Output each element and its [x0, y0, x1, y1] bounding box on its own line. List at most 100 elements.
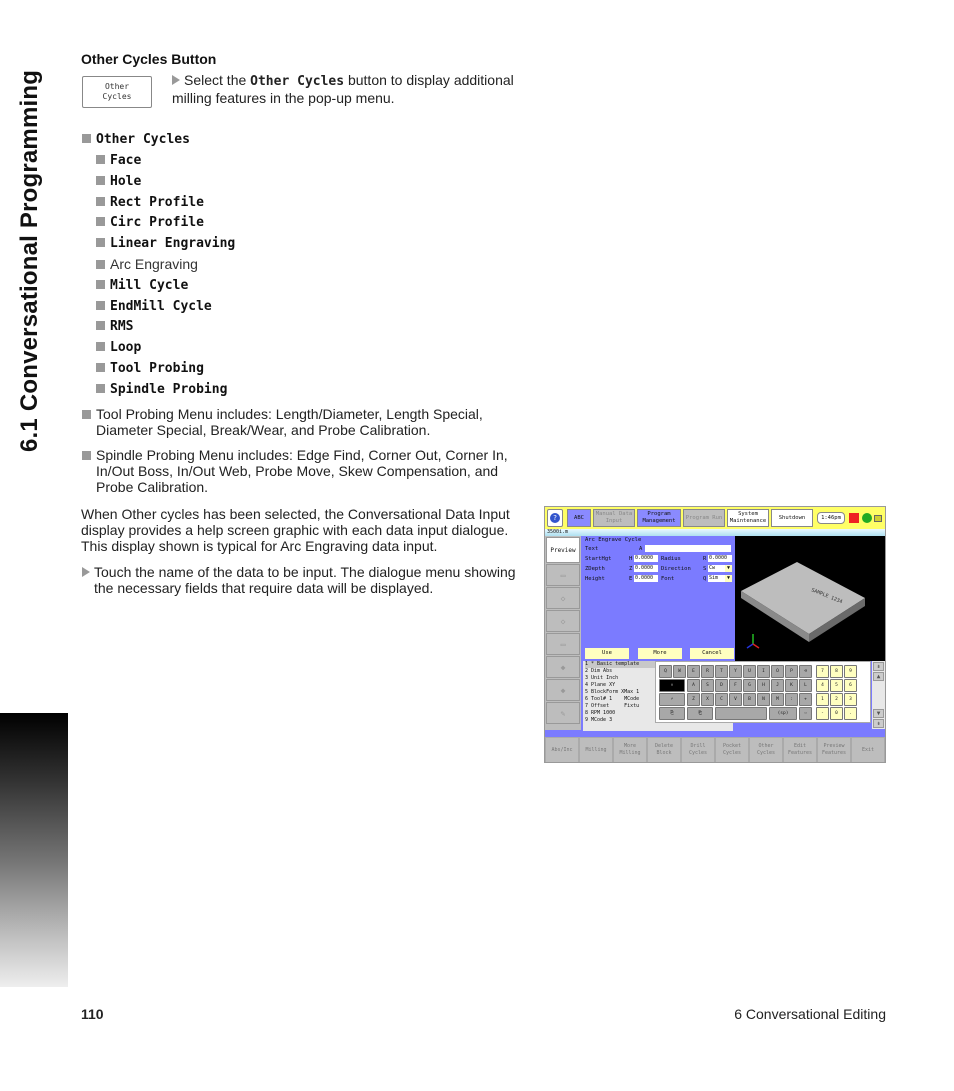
numpad-key[interactable]: 7: [816, 665, 829, 678]
key-row3-1[interactable]: X: [701, 693, 714, 706]
key-row3-7[interactable]: :: [785, 693, 798, 706]
key-row3-4[interactable]: B: [743, 693, 756, 706]
tab-profile-icon[interactable]: ◇: [546, 610, 580, 632]
manual-data-input-button[interactable]: Manual Data Input: [593, 509, 635, 527]
key-row3-5[interactable]: N: [757, 693, 770, 706]
program-management-button[interactable]: Program Management: [637, 509, 681, 527]
tab-preview[interactable]: Preview: [546, 537, 580, 563]
key-w[interactable]: W: [673, 665, 686, 678]
numpad-key[interactable]: 4: [816, 679, 829, 692]
key-f[interactable]: F: [729, 679, 742, 692]
zdepth-label[interactable]: ZDepth: [585, 566, 605, 572]
key-e[interactable]: E: [687, 665, 700, 678]
height-field[interactable]: 0.0000: [634, 575, 658, 582]
program-run-button[interactable]: Program Run: [683, 509, 725, 527]
paste-key[interactable]: ⎗: [687, 707, 713, 720]
radius-key: R: [703, 556, 707, 562]
softkey-milling[interactable]: Milling: [579, 737, 613, 762]
softkey-more-milling[interactable]: More Milling: [613, 737, 647, 762]
key-o[interactable]: O: [771, 665, 784, 678]
starthgt-label[interactable]: StartHgt: [585, 556, 612, 562]
tab-drill-icon[interactable]: ▭: [546, 564, 580, 586]
font-label[interactable]: Font: [661, 576, 674, 582]
instruction-code: Other Cycles: [250, 74, 345, 89]
numpad-key[interactable]: 3: [844, 693, 857, 706]
chapter-footer: 6 Conversational Editing: [734, 1006, 886, 1022]
numpad-key[interactable]: 5: [830, 679, 843, 692]
key-a[interactable]: A: [687, 679, 700, 692]
height-label[interactable]: Height: [585, 576, 605, 582]
code-scrollbar[interactable]: ⇞ ▲ ▼ ⇟: [872, 661, 885, 729]
numpad-key[interactable]: -: [816, 707, 829, 720]
tab-pocket-icon[interactable]: ◇: [546, 587, 580, 609]
enter-key[interactable]: ⇨: [799, 707, 812, 720]
space-key[interactable]: (sp): [769, 707, 797, 720]
help-button[interactable]: ?: [547, 509, 563, 527]
key-y[interactable]: Y: [729, 665, 742, 678]
key-row3-8[interactable]: +: [799, 693, 812, 706]
numpad-key[interactable]: 1: [816, 693, 829, 706]
numpad-key[interactable]: 9: [844, 665, 857, 678]
shutdown-button[interactable]: Shutdown: [771, 509, 813, 527]
backspace-key[interactable]: ⌫: [799, 665, 812, 678]
softkey-delete-block[interactable]: Delete Block: [647, 737, 681, 762]
direction-label[interactable]: Direction: [661, 566, 691, 572]
numpad-key[interactable]: 0: [830, 707, 843, 720]
system-maintenance-button[interactable]: System Maintenance: [727, 509, 769, 527]
abc-button[interactable]: ABC: [567, 509, 591, 527]
key-k[interactable]: K: [785, 679, 798, 692]
tab-shape2-icon[interactable]: ◆: [546, 679, 580, 701]
softkey-exit[interactable]: Exit: [851, 737, 885, 762]
key-row3-3[interactable]: V: [729, 693, 742, 706]
softkey-edit-features[interactable]: Edit Features: [783, 737, 817, 762]
use-button[interactable]: Use: [585, 648, 629, 659]
key-l[interactable]: L: [799, 679, 812, 692]
tab-dimension-icon[interactable]: ▭: [546, 633, 580, 655]
scroll-page-up-icon[interactable]: ▲: [873, 672, 884, 681]
softkey-pocket-cycles[interactable]: Pocket Cycles: [715, 737, 749, 762]
softkey-preview-features[interactable]: Preview Features: [817, 737, 851, 762]
text-label[interactable]: Text: [585, 546, 598, 552]
key-p[interactable]: P: [785, 665, 798, 678]
more-button[interactable]: More: [638, 648, 682, 659]
zdepth-field[interactable]: 0.0000: [634, 565, 658, 572]
square-bullet-icon: [96, 217, 105, 227]
key-q[interactable]: Q: [659, 665, 672, 678]
key-t[interactable]: T: [715, 665, 728, 678]
key-row3-0[interactable]: Z: [687, 693, 700, 706]
key-row3-2[interactable]: C: [715, 693, 728, 706]
list-item: Rect Profile: [96, 194, 204, 210]
key-g[interactable]: G: [743, 679, 756, 692]
tab-shape-icon[interactable]: ◆: [546, 656, 580, 678]
key-u[interactable]: U: [743, 665, 756, 678]
scroll-page-down-icon[interactable]: ▼: [873, 709, 884, 718]
radius-field[interactable]: 0.0000: [708, 555, 732, 562]
font-select[interactable]: Sim ▼: [708, 575, 732, 582]
copy-key[interactable]: ⎘: [659, 707, 685, 720]
key-s[interactable]: S: [701, 679, 714, 692]
blank-key[interactable]: [715, 707, 767, 720]
radius-label[interactable]: Radius: [661, 556, 681, 562]
scroll-bottom-icon[interactable]: ⇟: [873, 719, 884, 728]
scroll-top-icon[interactable]: ⇞: [873, 662, 884, 671]
numpad-key[interactable]: 2: [830, 693, 843, 706]
key-r[interactable]: R: [701, 665, 714, 678]
starthgt-field[interactable]: 0.0000: [634, 555, 658, 562]
key-i[interactable]: I: [757, 665, 770, 678]
softkey-drill-cycles[interactable]: Drill Cycles: [681, 737, 715, 762]
key-d[interactable]: D: [715, 679, 728, 692]
numpad-key[interactable]: .: [844, 707, 857, 720]
key-j[interactable]: J: [771, 679, 784, 692]
key-row3-6[interactable]: M: [771, 693, 784, 706]
numpad-key[interactable]: 6: [844, 679, 857, 692]
softkey-other-cycles[interactable]: Other Cycles: [749, 737, 783, 762]
key-h[interactable]: H: [757, 679, 770, 692]
text-field[interactable]: [645, 545, 731, 552]
direction-select[interactable]: Cw ▼: [708, 565, 732, 572]
cancel-button[interactable]: Cancel: [690, 648, 734, 659]
tab-edit-icon[interactable]: ✎: [546, 702, 580, 724]
softkey-abs-inc[interactable]: Abs/Inc: [545, 737, 579, 762]
numpad-key[interactable]: 8: [830, 665, 843, 678]
symbol-key[interactable]: ⚡: [659, 693, 685, 706]
shift-key[interactable]: ⇧: [659, 679, 685, 692]
